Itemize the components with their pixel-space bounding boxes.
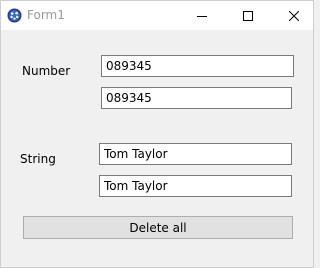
number-label: Number (22, 64, 71, 78)
title-bar[interactable]: Form1 (1, 1, 313, 30)
close-icon (289, 10, 299, 21)
number-textbox-1[interactable] (101, 55, 294, 77)
window-title: Form1 (27, 8, 65, 22)
string-textbox-1[interactable] (99, 143, 292, 165)
maximize-icon (243, 10, 253, 21)
number-textbox-2[interactable] (101, 87, 292, 109)
app-icon[interactable] (7, 8, 22, 23)
form1-window: Form1 Number S (0, 0, 314, 268)
maximize-button[interactable] (225, 1, 271, 30)
close-button[interactable] (271, 1, 317, 30)
string-label: String (20, 152, 56, 166)
minimize-button[interactable] (179, 1, 225, 30)
string-textbox-2[interactable] (99, 175, 292, 197)
delete-all-button[interactable]: Delete all (23, 216, 293, 239)
minimize-icon (197, 11, 207, 21)
